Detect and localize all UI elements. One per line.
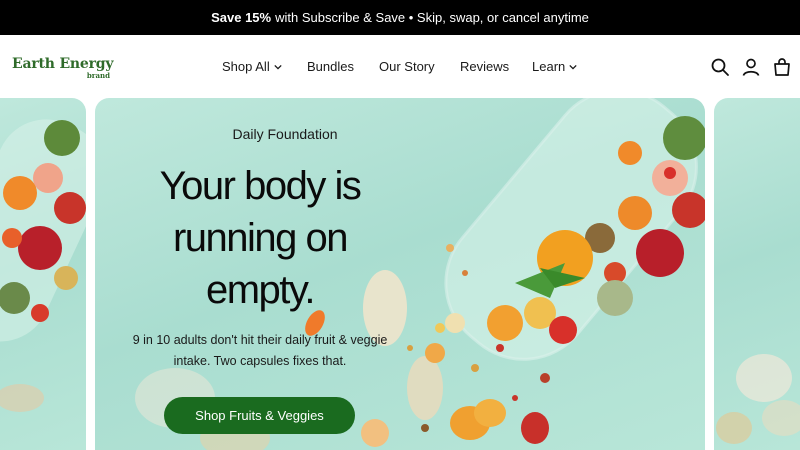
nav-shop-all[interactable]: Shop All	[222, 59, 282, 74]
site-header: Earth Energy brand Shop All Bundles Our …	[0, 35, 800, 98]
announcement-highlight: Save 15%	[211, 10, 272, 25]
brand-logo[interactable]: Earth Energy brand	[12, 57, 122, 83]
brand-subtitle: brand	[86, 71, 110, 80]
hero-subcopy: 9 in 10 adults don't hit their daily fru…	[132, 333, 388, 368]
announcement-text: with Subscribe & Save • Skip, swap, or c…	[275, 10, 589, 25]
cart-icon[interactable]	[772, 57, 792, 77]
nav-bundles[interactable]: Bundles	[307, 59, 354, 74]
chevron-down-icon	[569, 64, 577, 70]
brand-name: Earth Energy	[12, 56, 114, 72]
nav-learn[interactable]: Learn	[532, 59, 577, 74]
nav-reviews-label: Reviews	[460, 59, 510, 74]
nav-our-story-label: Our Story	[379, 59, 435, 74]
nav-bundles-label: Bundles	[307, 59, 354, 74]
hero-headline: Your body is running on empty.	[159, 164, 362, 312]
search-icon[interactable]	[710, 57, 730, 77]
chevron-down-icon	[274, 64, 282, 70]
nav-reviews[interactable]: Reviews	[460, 59, 509, 74]
hero-slide: Daily Foundation Your body is running on…	[95, 98, 705, 450]
carousel-slide-next[interactable]	[714, 98, 800, 450]
hero-eyebrow: Daily Foundation	[232, 126, 338, 142]
shop-fruits-veggies-button[interactable]: Shop Fruits & Veggies	[164, 397, 355, 434]
announcement-bar: Save 15% with Subscribe & Save • Skip, s…	[0, 0, 800, 35]
nav-our-story[interactable]: Our Story	[379, 59, 435, 74]
fruit-veggie-capsule-image	[716, 354, 800, 444]
fruit-veggie-capsule-image	[0, 119, 86, 412]
carousel-slide-previous[interactable]	[0, 98, 86, 450]
account-icon[interactable]	[741, 57, 761, 77]
nav-learn-label: Learn	[532, 59, 566, 74]
nav-shop-all-label: Shop All	[222, 59, 270, 74]
